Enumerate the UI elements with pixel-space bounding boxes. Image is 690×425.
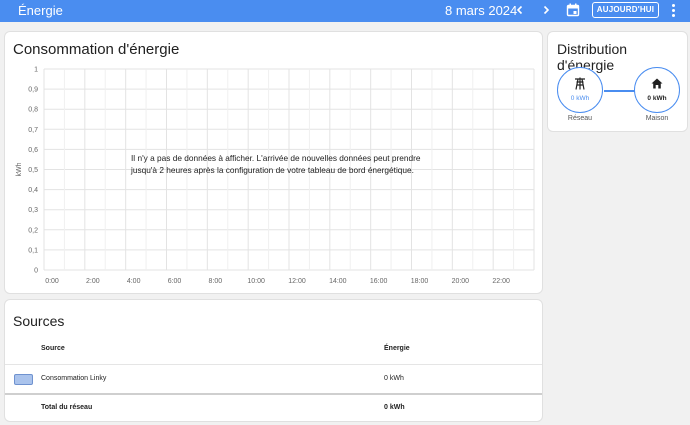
y-tick-label: 0,2: [28, 227, 38, 234]
total-value: 0 kWh: [384, 404, 405, 411]
x-tick-label: 8:00: [209, 278, 223, 285]
chevron-left-icon: [516, 5, 523, 15]
x-tick-label: 6:00: [168, 278, 182, 285]
more-vertical-icon: [666, 4, 680, 17]
x-tick-label: 16:00: [370, 278, 388, 285]
x-tick-label: 18:00: [411, 278, 429, 285]
x-tick-label: 10:00: [247, 278, 265, 285]
y-tick-label: 0,5: [28, 167, 38, 174]
y-tick-label: 0,3: [28, 207, 38, 214]
transmission-tower-icon: [575, 77, 585, 90]
x-tick-label: 12:00: [288, 278, 306, 285]
energy-distribution-card: Distribution d'énergie 0 kWh Réseau 0 kW…: [547, 31, 688, 132]
x-tick-label: 0:00: [45, 278, 59, 285]
y-tick-label: 0,8: [28, 107, 38, 114]
header-divider: [5, 364, 542, 365]
y-tick-label: 0,7: [28, 127, 38, 134]
home-node[interactable]: 0 kWh: [634, 67, 680, 113]
grid-value: 0 kWh: [570, 95, 590, 102]
source-color-swatch: [14, 374, 33, 385]
source-energy: 0 kWh: [384, 375, 404, 382]
page-title: Énergie: [18, 3, 63, 18]
y-tick-label: 0,9: [28, 87, 38, 94]
grid-node[interactable]: 0 kWh: [557, 67, 603, 113]
today-button[interactable]: AUJOURD'HUI: [592, 2, 659, 18]
x-tick-label: 4:00: [127, 278, 141, 285]
x-tick-label: 20:00: [452, 278, 470, 285]
sources-card: Sources Source Énergie Consommation Link…: [4, 299, 543, 422]
home-value: 0 kWh: [647, 95, 667, 102]
home-label: Maison: [645, 115, 669, 122]
more-options-button[interactable]: [666, 2, 680, 20]
sources-title: Sources: [13, 313, 65, 329]
energy-column-header: Énergie: [384, 345, 410, 352]
y-tick-label: 1: [34, 67, 38, 74]
y-tick-label: 0,6: [28, 147, 38, 154]
y-tick-label: 0,1: [28, 247, 38, 254]
total-divider: [5, 393, 542, 395]
chevron-right-icon: [543, 5, 550, 15]
source-column-header: Source: [41, 345, 65, 352]
grid-label: Réseau: [567, 115, 593, 122]
x-tick-label: 22:00: [492, 278, 510, 285]
x-tick-label: 14:00: [329, 278, 347, 285]
y-tick-label: 0: [34, 268, 38, 275]
calendar-icon[interactable]: [566, 3, 580, 17]
source-name: Consommation Linky: [41, 375, 107, 382]
next-day-button[interactable]: [537, 1, 555, 19]
no-data-message: Il n'y a pas de données à afficher. L'ar…: [131, 153, 421, 175]
y-tick-label: 0,4: [28, 187, 38, 194]
y-axis-label: kWh: [16, 162, 23, 176]
home-icon: [651, 78, 663, 89]
current-date: 8 mars 2024: [445, 3, 518, 18]
x-tick-label: 2:00: [86, 278, 100, 285]
energy-consumption-card: Consommation d'énergie 0 0,1 0,2 0,3 0,4 0,5 0…: [4, 31, 543, 294]
top-app-bar: Énergie 8 mars 2024 AUJOURD'HUI: [0, 0, 690, 22]
flow-line: [604, 90, 637, 92]
total-label: Total du réseau: [41, 404, 93, 411]
previous-day-button[interactable]: [511, 1, 529, 19]
